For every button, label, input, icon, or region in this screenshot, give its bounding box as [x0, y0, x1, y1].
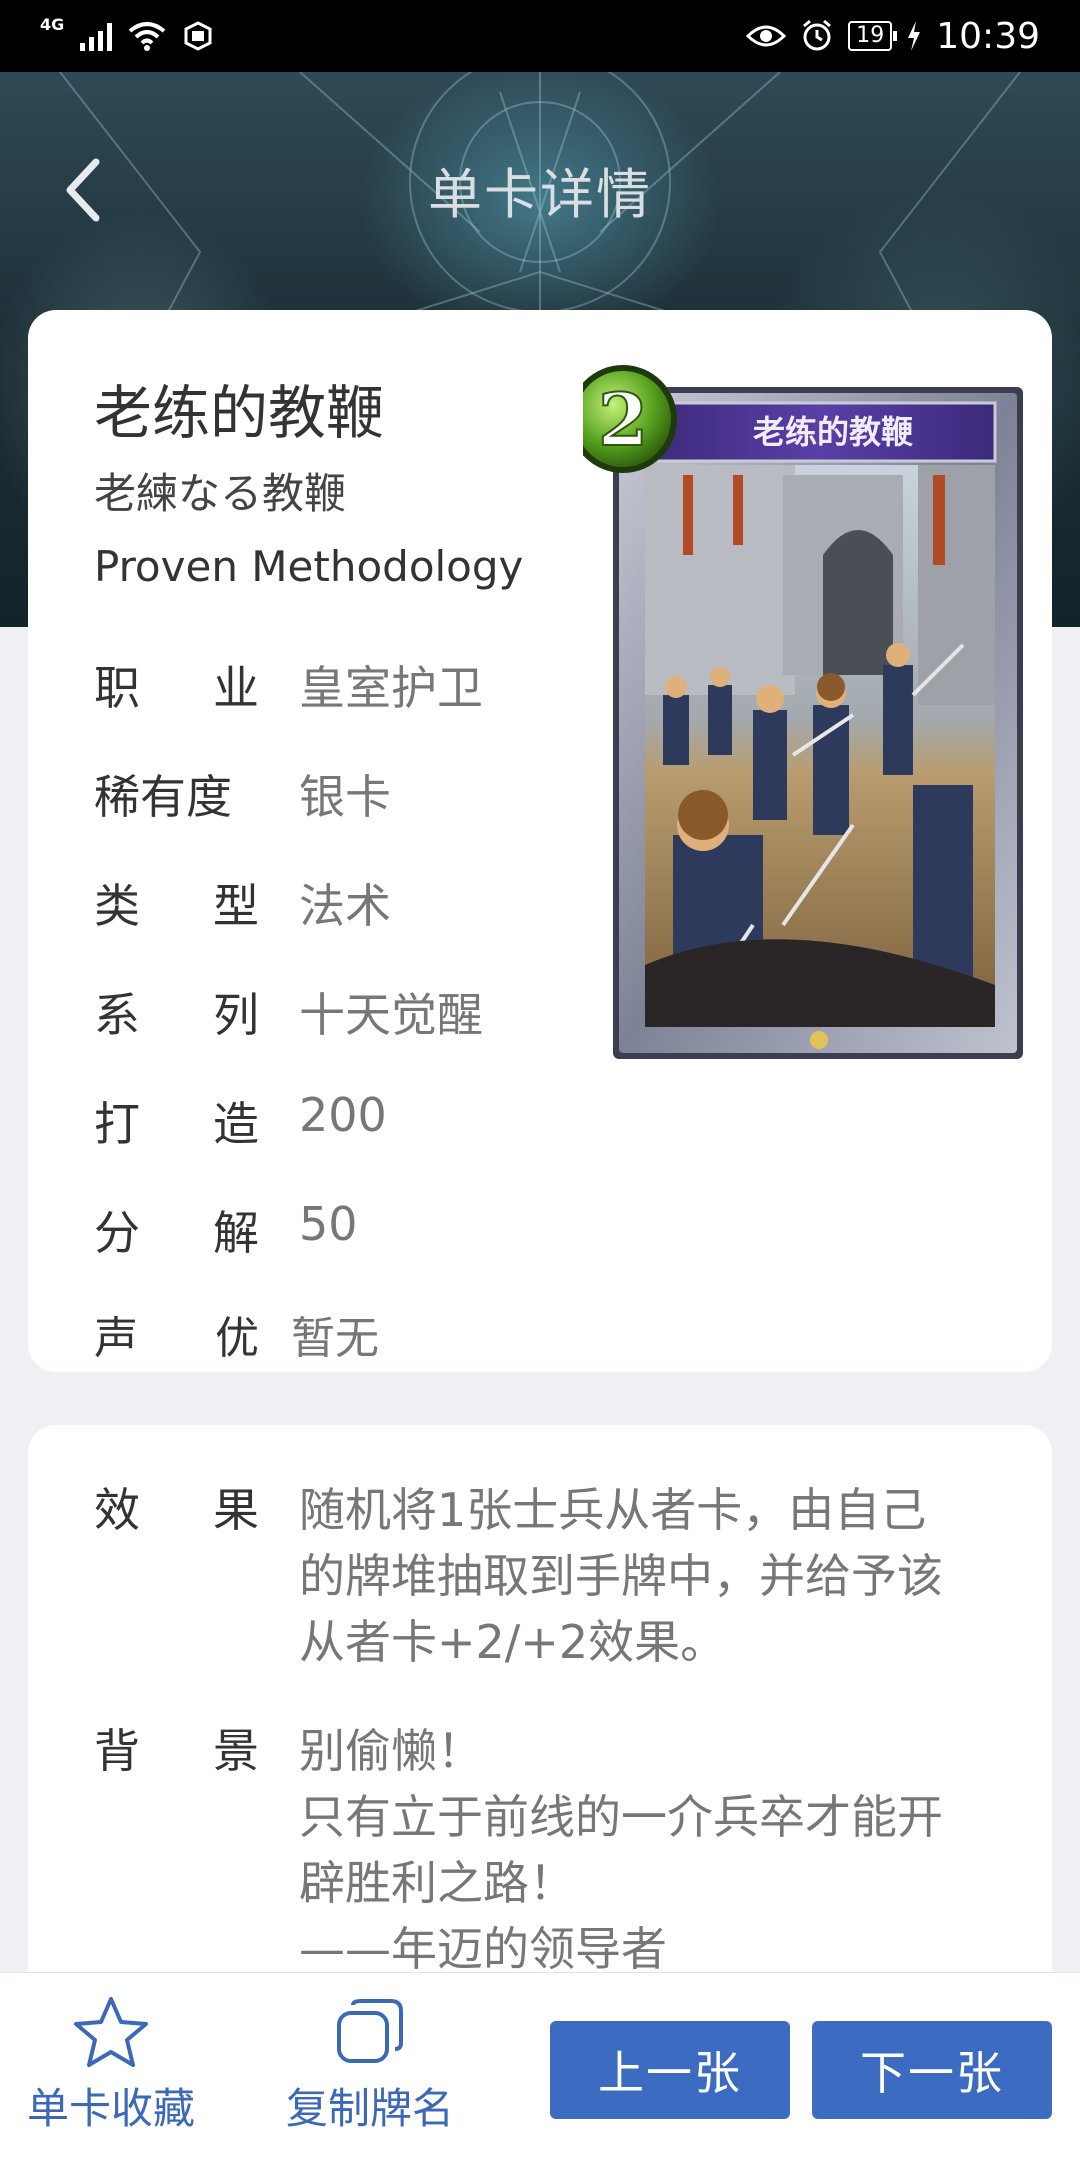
attr-label-char: 型 [213, 879, 259, 933]
prev-card-button[interactable]: 上一张 [550, 2021, 790, 2119]
card-illustration: 老练的教鞭 2 [569, 365, 1023, 1059]
attr-label-char: 业 [213, 661, 259, 715]
notification-icon [184, 21, 212, 51]
copy-icon [337, 1999, 403, 2063]
attr-label-char: 职 [94, 661, 140, 715]
attr-class: 职业 皇室护卫 [94, 652, 574, 718]
network-type: 4G [40, 14, 65, 34]
copy-name-button[interactable]: 复制牌名 [270, 1995, 470, 2136]
next-card-button[interactable]: 下一张 [812, 2021, 1052, 2119]
card-name-en: Proven Methodology [94, 542, 524, 591]
attr-label-char: 解 [213, 1206, 259, 1260]
card-art-title: 老练的教鞭 [753, 413, 914, 451]
effect-label-char: 效 [94, 1483, 140, 1537]
card-name-cn: 老练的教鞭 [94, 379, 385, 447]
attr-label: 类型 [94, 870, 299, 936]
charging-icon [908, 21, 921, 51]
effect-text: 随机将1张士兵从者卡，由自己 的牌堆抽取到手牌中，并给予该 从者卡+2/+2效果… [299, 1483, 943, 1669]
attr-craft: 打造 200 [94, 1088, 574, 1154]
attr-label-char: 稀有度 [94, 770, 232, 824]
attr-label: 职业 [94, 652, 299, 718]
eye-icon [746, 25, 787, 47]
attr-label-char: 系 [94, 988, 140, 1042]
copy-label: 复制牌名 [285, 2084, 454, 2133]
attr-value: 200 [299, 1088, 387, 1142]
card-image[interactable]: 老练的教鞭 2 [569, 365, 1023, 1065]
attr-rarity: 稀有度 银卡 [94, 761, 574, 827]
effect-label: 效果 [94, 1477, 299, 1675]
attr-label-char: 列 [213, 988, 259, 1042]
background-label-char: 背 [94, 1724, 140, 1778]
attr-label-char: 类 [94, 879, 140, 933]
status-time: 10:39 [936, 15, 1040, 57]
card-cost: 2 [598, 377, 648, 462]
attr-value: 50 [299, 1197, 358, 1251]
attr-series: 系列 十天觉醒 [94, 979, 574, 1045]
attr-voice: 声优 暂无 [94, 1302, 574, 1366]
attr-value: 银卡 [299, 770, 391, 824]
alarm-icon [803, 19, 832, 51]
attr-label-char: 声 [94, 1313, 138, 1364]
attr-label-char: 打 [94, 1097, 140, 1151]
attr-label: 分解 [94, 1197, 299, 1263]
status-bar: 4G 19 10:39 [0, 0, 1080, 72]
signal-icon [80, 21, 113, 51]
attr-value: 十天觉醒 [299, 988, 483, 1042]
attr-label: 系列 [94, 979, 299, 1045]
status-right: 19 10:39 [746, 16, 1040, 57]
attr-disenchant: 分解 50 [94, 1197, 574, 1263]
background-text: 别偷懒！ 只有立于前线的一介兵卒才能开 辟胜利之路！ ——年迈的领导者 [299, 1724, 943, 1976]
attr-label-char: 造 [213, 1097, 259, 1151]
favorite-button[interactable]: 单卡收藏 [11, 1995, 211, 2136]
effect-row: 效果 随机将1张士兵从者卡，由自己 的牌堆抽取到手牌中，并给予该 从者卡+2/+… [94, 1477, 1014, 1675]
attr-label-char: 优 [215, 1313, 259, 1364]
status-left: 4G [40, 15, 214, 51]
attr-value: 暂无 [291, 1313, 379, 1364]
background-row: 背景 别偷懒！ 只有立于前线的一介兵卒才能开 辟胜利之路！ ——年迈的领导者 [94, 1718, 1014, 1982]
background-label-char: 景 [213, 1724, 259, 1778]
page-title: 单卡详情 [428, 163, 652, 226]
star-outline-icon [74, 1997, 148, 2067]
card-info-panel: 老练的教鞭 老練なる教鞭 Proven Methodology 职业 皇室护卫 … [28, 310, 1052, 1372]
attr-label: 声优 [94, 1302, 299, 1366]
background-label: 背景 [94, 1718, 299, 1982]
attr-label: 稀有度 [94, 761, 299, 827]
attr-label: 打造 [94, 1088, 299, 1154]
wifi-icon [128, 22, 166, 51]
favorite-label: 单卡收藏 [26, 2084, 195, 2133]
attr-value: 皇室护卫 [299, 661, 483, 715]
attr-value: 法术 [299, 879, 391, 933]
card-name-jp: 老練なる教鞭 [94, 469, 347, 518]
bottom-action-bar: 单卡收藏 复制牌名 上一张 下一张 [0, 1972, 1080, 2160]
effect-label-char: 果 [213, 1483, 259, 1537]
attr-label-char: 分 [94, 1206, 140, 1260]
battery-icon: 19 [848, 21, 898, 51]
attr-type: 类型 法术 [94, 870, 574, 936]
